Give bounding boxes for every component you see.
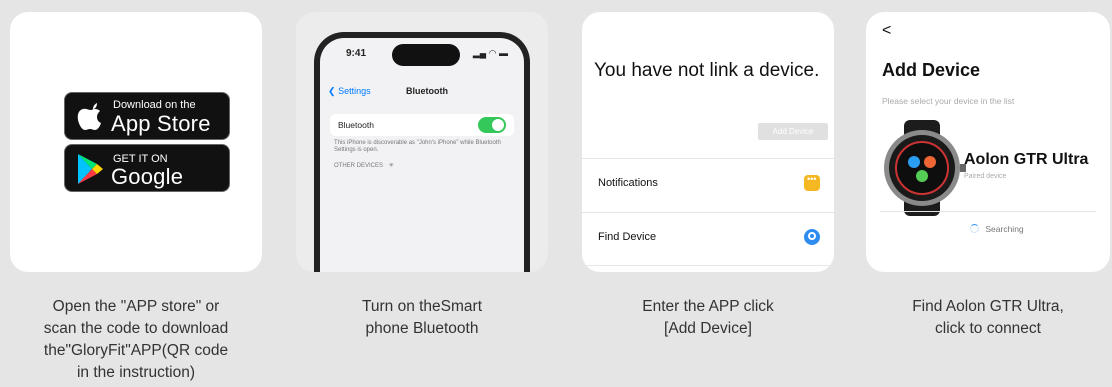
select-device-subtitle: Please select your device in the list bbox=[882, 96, 1015, 106]
nav-bar: ❮ Settings Bluetooth bbox=[320, 84, 524, 102]
bluetooth-row: Bluetooth bbox=[330, 114, 514, 136]
chevron-left-icon: ❮ bbox=[328, 86, 336, 96]
add-device-button[interactable]: Add Device bbox=[758, 123, 828, 140]
locate-icon bbox=[804, 229, 820, 245]
step3-card: You have not link a device. Add Device N… bbox=[582, 12, 834, 272]
caption-line: scan the code to download bbox=[43, 320, 229, 337]
back-button[interactable]: ❮ Settings bbox=[328, 86, 371, 97]
add-device-title: Add Device bbox=[882, 60, 981, 80]
step4-card: < Add Device Please select your device i… bbox=[866, 12, 1110, 272]
google-play-badge[interactable]: GET IT ON Google Play bbox=[64, 144, 230, 215]
other-devices-label: OTHER DEVICES bbox=[334, 163, 384, 169]
find-device-row[interactable]: Find Device bbox=[582, 212, 834, 266]
device-status: Paired device bbox=[964, 173, 1007, 180]
caption-line: phone Bluetooth bbox=[365, 320, 479, 337]
app-store-small-text: Download on the bbox=[113, 99, 196, 111]
caption-line: click to connect bbox=[935, 320, 1041, 337]
smartwatch-icon bbox=[884, 120, 966, 216]
device-name[interactable]: Aolon GTR Ultra bbox=[964, 151, 1088, 169]
caption-line: the"GloryFit"APP(QR code bbox=[43, 342, 229, 359]
notifications-label: Notifications bbox=[598, 177, 658, 189]
nav-title: Bluetooth bbox=[406, 86, 448, 96]
message-icon: ••• bbox=[804, 174, 820, 191]
find-device-label: Find Device bbox=[598, 231, 657, 243]
divider bbox=[880, 211, 1096, 212]
status-time: 9:41 bbox=[346, 48, 367, 59]
status-bar: 9:41 ▂▄ ◠ ▬ bbox=[320, 48, 524, 74]
caption-line: Turn on theSmart bbox=[361, 298, 483, 315]
discoverable-note: This iPhone is discoverable as "John's i… bbox=[334, 140, 501, 153]
signal-wifi-battery-icon: ▂▄ ◠ ▬ bbox=[472, 48, 508, 58]
caption-line: in the instruction) bbox=[76, 364, 196, 381]
step3-caption: Enter the APP click [Add Device] bbox=[582, 296, 834, 340]
google-play-large-text: Google Play bbox=[111, 164, 184, 215]
step1-card: Download on the App Store GET IT ON Goog… bbox=[10, 12, 262, 272]
searching-indicator: Searching bbox=[970, 224, 1024, 234]
bluetooth-label: Bluetooth bbox=[338, 120, 374, 130]
step2-caption: Turn on theSmart phone Bluetooth bbox=[296, 296, 548, 340]
step1-caption: Open the "APP store" or scan the code to… bbox=[10, 296, 262, 384]
play-icon bbox=[78, 154, 103, 184]
app-store-badge[interactable]: Download on the App Store bbox=[64, 92, 230, 140]
bluetooth-toggle[interactable] bbox=[478, 117, 506, 133]
caption-line: Find Aolon GTR Ultra, bbox=[912, 298, 1064, 315]
back-chevron-icon[interactable]: < bbox=[882, 22, 891, 40]
loading-spinner-icon bbox=[970, 224, 979, 233]
other-devices-header: OTHER DEVICES ✳ bbox=[334, 162, 394, 169]
caption-line: Enter the APP click bbox=[642, 298, 774, 315]
spinner-icon: ✳ bbox=[388, 163, 394, 169]
phone-mockup: 9:41 ▂▄ ◠ ▬ ❮ Settings Bluetooth Bluetoo… bbox=[314, 32, 530, 272]
step4-caption: Find Aolon GTR Ultra, click to connect bbox=[862, 296, 1112, 340]
app-store-large-text: App Store bbox=[111, 111, 211, 136]
back-label: Settings bbox=[338, 86, 371, 96]
searching-label: Searching bbox=[985, 224, 1024, 234]
caption-line: [Add Device] bbox=[664, 320, 752, 337]
caption-line: Open the "APP store" or bbox=[52, 298, 220, 315]
step2-card: 9:41 ▂▄ ◠ ▬ ❮ Settings Bluetooth Bluetoo… bbox=[296, 12, 548, 272]
notifications-row[interactable]: Notifications ••• bbox=[582, 158, 834, 212]
no-device-heading: You have not link a device. bbox=[594, 60, 820, 81]
apple-icon bbox=[77, 103, 101, 130]
